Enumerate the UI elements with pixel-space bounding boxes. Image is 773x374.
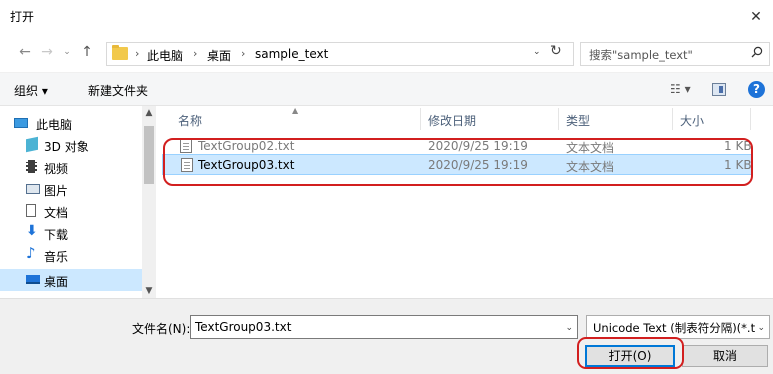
new-folder-button[interactable]: 新建文件夹 <box>88 82 148 99</box>
sidebar-item-label: 图片 <box>44 184 69 198</box>
refresh-icon[interactable]: ↻ <box>550 43 562 59</box>
column-header-size[interactable]: 大小 <box>680 112 704 129</box>
sidebar-item-label: 下载 <box>44 228 69 242</box>
sidebar-item-downloads[interactable]: ⬇ 下载 <box>0 222 142 244</box>
organize-button[interactable]: 组织 ▾ <box>14 82 48 99</box>
sidebar-item-videos[interactable]: 视频 <box>0 156 142 178</box>
navigation-pane: 此电脑 3D 对象 视频 图片 文档 ⬇ 下载 ♪ 音乐 桌面 <box>0 106 154 298</box>
forward-arrow-icon[interactable]: → <box>38 44 56 60</box>
search-input[interactable]: 搜索"sample_text" <box>589 47 693 63</box>
close-icon[interactable]: ✕ <box>739 0 773 34</box>
title-bar: 打开 ✕ <box>0 0 773 34</box>
download-icon: ⬇ <box>26 223 38 239</box>
annotation-highlight-files <box>163 138 753 186</box>
navigation-bar: ← → ⌄ ↑ › 此电脑 › 桌面 › sample_text ⌄ ↻ 搜索"… <box>0 34 773 72</box>
chevron-down-icon[interactable]: ⌄ <box>757 323 765 333</box>
sidebar-item-this-pc[interactable]: 此电脑 <box>0 112 142 134</box>
sidebar-item-label: 音乐 <box>44 250 69 264</box>
preview-pane-icon[interactable] <box>712 83 726 96</box>
video-icon <box>26 160 37 173</box>
annotation-highlight-open <box>577 337 684 369</box>
sidebar-item-label: 此电脑 <box>36 118 73 132</box>
chevron-down-icon[interactable]: ⌄ <box>565 323 573 333</box>
documents-icon <box>26 204 36 217</box>
sidebar-item-pictures[interactable]: 图片 <box>0 178 142 200</box>
sidebar-item-label: 3D 对象 <box>44 140 89 154</box>
address-dropdown-icon[interactable]: ⌄ <box>533 47 541 57</box>
column-header-type[interactable]: 类型 <box>566 112 590 129</box>
scroll-down-icon[interactable]: ▼ <box>142 286 156 296</box>
sidebar-item-desktop[interactable]: 桌面 <box>0 269 142 291</box>
scroll-up-icon[interactable]: ▲ <box>142 108 156 118</box>
filename-field[interactable]: TextGroup03.txt <box>195 320 291 334</box>
breadcrumb-sample-text[interactable]: sample_text <box>255 47 328 61</box>
3d-objects-icon <box>26 136 38 153</box>
sidebar-item-label: 视频 <box>44 162 69 176</box>
breadcrumb-separator: › <box>241 47 246 60</box>
navigation-pane-scrollbar[interactable]: ▲ ▼ <box>142 106 156 298</box>
column-divider[interactable] <box>750 108 751 130</box>
scrollbar-thumb[interactable] <box>144 126 154 184</box>
breadcrumb-separator: › <box>193 47 198 60</box>
address-bar[interactable]: › 此电脑 › 桌面 › sample_text <box>106 42 574 66</box>
column-divider[interactable] <box>420 108 421 130</box>
file-list: ▲ 名称 修改日期 类型 大小 TextGroup02.txt 2020/9/2… <box>158 106 773 298</box>
back-arrow-icon[interactable]: ← <box>16 44 34 60</box>
sidebar-item-3d-objects[interactable]: 3D 对象 <box>0 134 142 156</box>
breadcrumb-desktop[interactable]: 桌面 <box>207 47 231 64</box>
filename-combobox[interactable]: TextGroup03.txt ⌄ <box>190 315 578 339</box>
cancel-button[interactable]: 取消 <box>682 345 768 367</box>
music-icon: ♪ <box>26 244 36 262</box>
sort-ascending-icon: ▲ <box>292 106 299 115</box>
view-options-icon[interactable]: ☷ ▾ <box>670 82 691 96</box>
filename-label: 文件名(N): <box>132 322 191 336</box>
sidebar-item-label: 文档 <box>44 206 69 220</box>
sidebar-item-documents[interactable]: 文档 <box>0 200 142 222</box>
help-icon[interactable]: ? <box>748 81 765 98</box>
pictures-icon <box>26 184 40 194</box>
recent-locations-icon[interactable]: ⌄ <box>58 47 76 57</box>
up-arrow-icon[interactable]: ↑ <box>78 44 96 60</box>
search-icon[interactable] <box>751 46 763 62</box>
folder-icon <box>112 45 128 60</box>
desktop-icon <box>26 275 40 284</box>
file-type-filter-value: Unicode Text (制表符分隔)(*.t <box>593 321 756 335</box>
window-title: 打开 <box>10 10 35 24</box>
command-bar: 组织 ▾ 新建文件夹 ☷ ▾ ? <box>0 72 773 106</box>
column-header-date[interactable]: 修改日期 <box>428 112 476 129</box>
column-divider[interactable] <box>672 108 673 130</box>
column-header-name[interactable]: 名称 <box>178 112 202 129</box>
computer-icon <box>14 118 28 128</box>
sidebar-item-label: 桌面 <box>44 275 69 289</box>
search-box[interactable]: 搜索"sample_text" <box>580 42 770 66</box>
breadcrumb-separator: › <box>135 47 140 60</box>
breadcrumb-this-pc[interactable]: 此电脑 <box>147 47 183 64</box>
sidebar-item-music[interactable]: ♪ 音乐 <box>0 244 142 266</box>
column-divider[interactable] <box>558 108 559 130</box>
file-type-filter[interactable]: Unicode Text (制表符分隔)(*.t ⌄ <box>586 315 770 339</box>
